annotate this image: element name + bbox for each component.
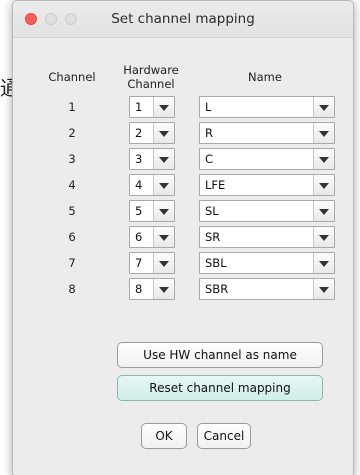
name-column-header: Name [248, 70, 282, 84]
chevron-down-icon[interactable] [153, 97, 174, 117]
channel-name-value: SR [205, 230, 221, 244]
hardware-channel-value: 2 [135, 126, 143, 140]
channel-name-combobox[interactable]: LFE [199, 174, 335, 196]
hardware-channel-value: 6 [135, 230, 143, 244]
channel-name-combobox[interactable]: SL [199, 200, 335, 222]
chevron-down-icon[interactable] [313, 175, 334, 195]
hardware-channel-value: 8 [135, 282, 143, 296]
hardware-channel-value: 5 [135, 204, 143, 218]
mapping-row: 6 6 SR [13, 226, 353, 250]
channel-name-value: SL [205, 204, 219, 218]
chevron-down-icon[interactable] [313, 149, 334, 169]
channel-name-combobox[interactable]: C [199, 148, 335, 170]
hardware-channel-select[interactable]: 6 [129, 226, 175, 248]
titlebar: Set channel mapping [13, 1, 353, 38]
hardware-channel-select[interactable]: 7 [129, 252, 175, 274]
hardware-channel-value: 3 [135, 152, 143, 166]
channel-name-value: SBL [205, 256, 227, 270]
chevron-down-icon[interactable] [313, 201, 334, 221]
channel-name-value: C [205, 152, 214, 166]
mapping-row: 5 5 SL [13, 200, 353, 224]
channel-name-value: LFE [205, 178, 226, 192]
channel-number: 4 [68, 178, 76, 192]
hardware-channel-select[interactable]: 5 [129, 200, 175, 222]
chevron-down-icon[interactable] [153, 279, 174, 299]
channel-name-value: R [205, 126, 213, 140]
mapping-row: 7 7 SBL [13, 252, 353, 276]
chevron-down-icon[interactable] [153, 123, 174, 143]
channel-mapping-dialog: Set channel mapping Channel Hardware Cha… [12, 0, 354, 475]
dialog-title: Set channel mapping [111, 11, 255, 27]
hardware-channel-value: 4 [135, 178, 143, 192]
desktop: 通 Set channel mapping Channel Hardware C… [0, 0, 360, 475]
channel-name-combobox[interactable]: SBL [199, 252, 335, 274]
hardware-channel-select[interactable]: 2 [129, 122, 175, 144]
chevron-down-icon[interactable] [313, 227, 334, 247]
reset-channel-mapping-button[interactable]: Reset channel mapping [117, 375, 323, 401]
chevron-down-icon[interactable] [153, 175, 174, 195]
chevron-down-icon[interactable] [313, 279, 334, 299]
chevron-down-icon[interactable] [153, 149, 174, 169]
channel-name-combobox[interactable]: SBR [199, 278, 335, 300]
hardware-channel-value: 7 [135, 256, 143, 270]
hardware-channel-select[interactable]: 1 [129, 96, 175, 118]
chevron-down-icon[interactable] [313, 123, 334, 143]
chevron-down-icon[interactable] [153, 227, 174, 247]
channel-name-combobox[interactable]: SR [199, 226, 335, 248]
hardware-channel-select[interactable]: 8 [129, 278, 175, 300]
hardware-channel-value: 1 [135, 100, 143, 114]
channel-number: 3 [68, 152, 76, 166]
channel-name-combobox[interactable]: L [199, 96, 335, 118]
channel-number: 8 [68, 282, 76, 296]
mapping-row: 2 2 R [13, 122, 353, 146]
channel-number: 2 [68, 126, 76, 140]
hardware-header-line2: Channel [127, 77, 175, 91]
mapping-row: 8 8 SBR [13, 278, 353, 302]
mapping-row: 4 4 LFE [13, 174, 353, 198]
chevron-down-icon[interactable] [313, 253, 334, 273]
channel-number: 1 [68, 100, 76, 114]
hardware-column-header: Hardware Channel [113, 63, 189, 91]
mapping-row: 3 3 C [13, 148, 353, 172]
ok-button[interactable]: OK [141, 423, 187, 449]
chevron-down-icon[interactable] [153, 201, 174, 221]
cancel-button[interactable]: Cancel [197, 423, 251, 449]
hardware-channel-select[interactable]: 3 [129, 148, 175, 170]
mapping-row: 1 1 L [13, 96, 353, 120]
chevron-down-icon[interactable] [313, 97, 334, 117]
channel-name-value: L [205, 100, 212, 114]
channel-column-header: Channel [48, 70, 96, 84]
use-hw-channel-as-name-button[interactable]: Use HW channel as name [117, 342, 323, 368]
hardware-channel-select[interactable]: 4 [129, 174, 175, 196]
channel-name-value: SBR [205, 282, 229, 296]
channel-number: 7 [68, 256, 76, 270]
chevron-down-icon[interactable] [153, 253, 174, 273]
hardware-header-line1: Hardware [123, 63, 179, 77]
channel-name-combobox[interactable]: R [199, 122, 335, 144]
channel-number: 6 [68, 230, 76, 244]
channel-number: 5 [68, 204, 76, 218]
